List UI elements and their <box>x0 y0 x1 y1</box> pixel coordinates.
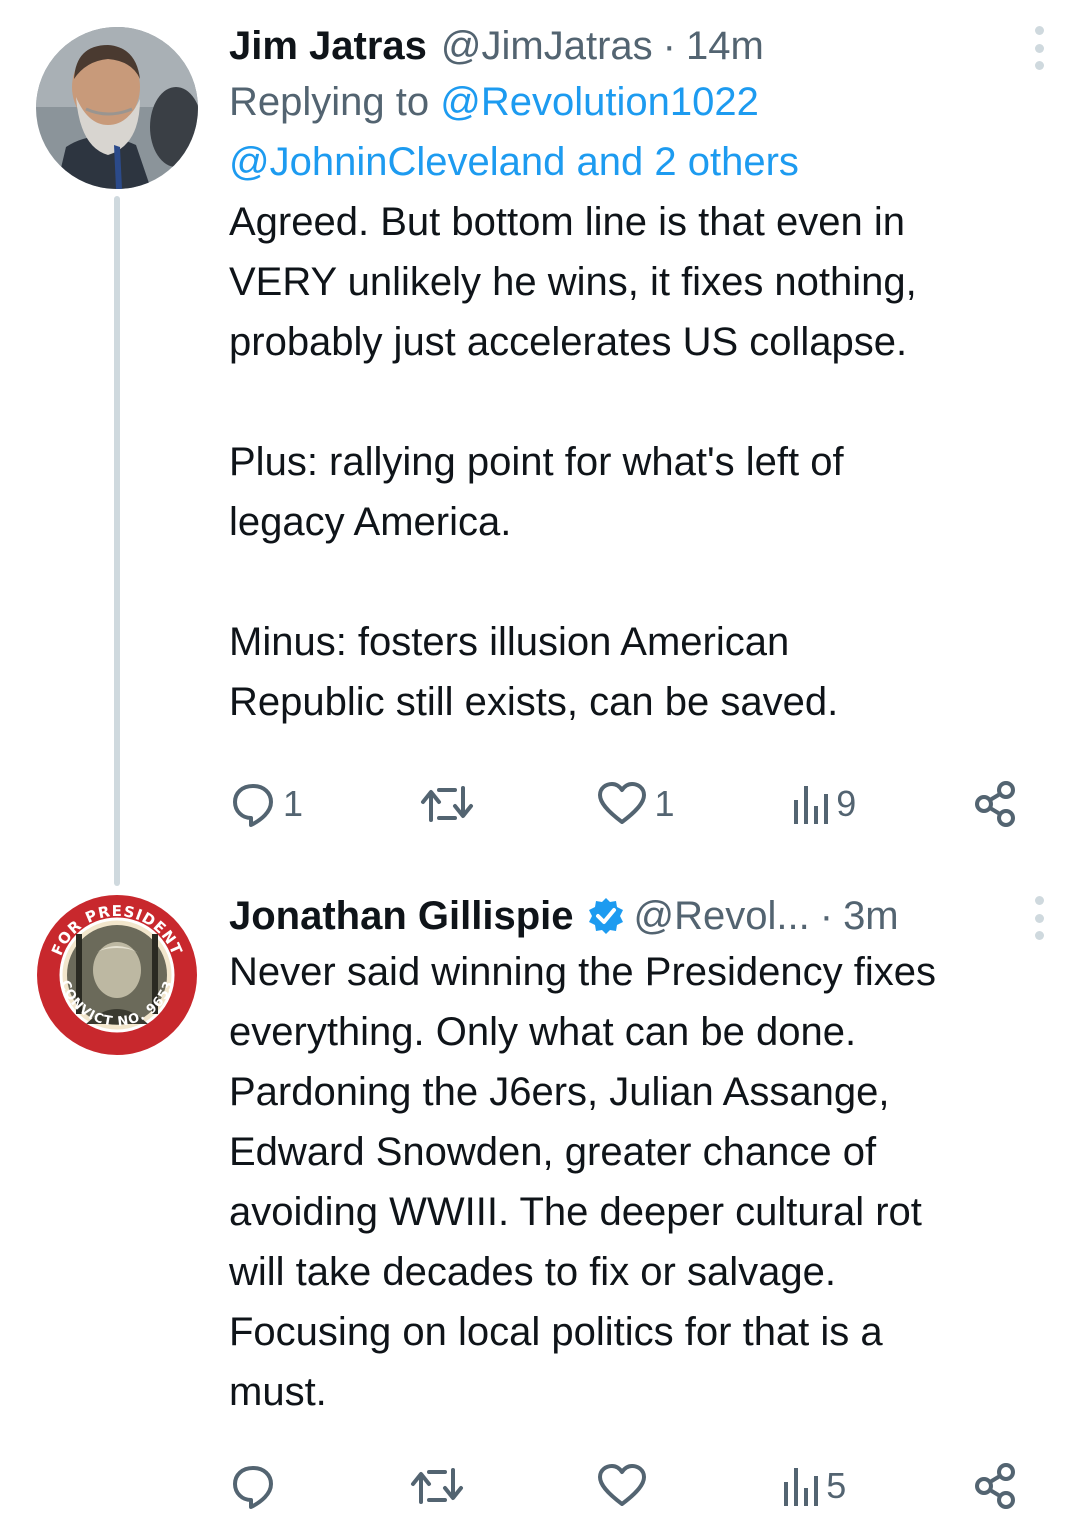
more-icon[interactable] <box>1028 896 1050 940</box>
separator-dot: · <box>819 894 834 938</box>
separator-dot: · <box>662 24 676 68</box>
author-name[interactable]: Jonathan Gillispie <box>229 890 574 942</box>
views-icon <box>794 786 829 824</box>
replying-to-label: Replying to <box>229 80 430 124</box>
author-name[interactable]: Jim Jatras <box>229 20 427 72</box>
bearded-man-portrait-icon <box>36 27 198 189</box>
author-handle[interactable]: @Revol... <box>634 890 810 942</box>
more-icon[interactable] <box>1028 26 1050 70</box>
share-button[interactable] <box>972 1462 1020 1510</box>
like-icon <box>598 782 647 824</box>
like-icon <box>598 1464 647 1506</box>
mention-others-link[interactable]: 2 others <box>654 140 799 184</box>
campaign-button-portrait-icon: FOR PRESIDENT CONVICT NO. 9653 <box>37 895 197 1055</box>
views-icon <box>784 1468 819 1506</box>
share-icon <box>974 781 1015 827</box>
avatar-jonathan-gillispie[interactable]: FOR PRESIDENT CONVICT NO. 9653 <box>36 894 198 1056</box>
retweet-button[interactable] <box>419 780 481 828</box>
like-count: 1 <box>654 783 675 824</box>
retweet-button[interactable] <box>409 1462 471 1510</box>
tweet-header: Jonathan Gillispie @Revol... · 3m <box>229 890 1050 942</box>
verified-badge-icon[interactable] <box>586 896 626 936</box>
views-button[interactable]: 9 <box>790 780 856 828</box>
author-handle[interactable]: @JimJatras <box>441 20 653 72</box>
timestamp[interactable]: 3m <box>843 890 899 942</box>
mention-link[interactable]: @JohninCleveland <box>229 140 565 184</box>
retweet-icon <box>410 1468 463 1504</box>
reply-button[interactable]: 1 <box>229 780 303 828</box>
avatar-jim-jatras[interactable] <box>36 27 198 189</box>
like-button[interactable] <box>596 1462 654 1510</box>
timestamp[interactable]: 14m <box>686 20 764 72</box>
tweet-header: Jim Jatras @JimJatras · 14m <box>229 20 1050 72</box>
reply-icon <box>233 1466 273 1509</box>
replying-to-continued: @JohninCleveland and 2 others <box>229 132 1050 192</box>
mention-link[interactable]: @Revolution1022 <box>440 80 759 124</box>
tweet-body: Agreed. But bottom line is that even in … <box>229 200 917 724</box>
tweet-jim-jatras[interactable]: Jim Jatras @JimJatras · 14m Replying to … <box>229 20 1050 732</box>
like-button[interactable]: 1 <box>596 780 675 828</box>
tweet-actions: 1 1 9 <box>229 774 1020 834</box>
tweet-actions: 5 <box>229 1456 1020 1516</box>
share-button[interactable] <box>972 780 1020 828</box>
views-button[interactable]: 5 <box>780 1462 846 1510</box>
reply-count: 1 <box>283 783 304 824</box>
replying-to: Replying to @Revolution1022 <box>229 72 1050 132</box>
reply-button[interactable] <box>229 1462 283 1510</box>
reply-icon <box>233 784 273 827</box>
share-icon <box>974 1463 1015 1509</box>
views-count: 9 <box>836 783 857 824</box>
mention-and[interactable]: and <box>577 140 644 184</box>
tweet-body: Never said winning the Presidency fixes … <box>229 950 937 1414</box>
tweet-jonathan-gillispie[interactable]: Jonathan Gillispie @Revol... · 3m Never … <box>229 890 1050 1422</box>
retweet-icon <box>420 786 473 822</box>
views-count: 5 <box>826 1465 847 1506</box>
thread-connector-line <box>114 196 120 886</box>
